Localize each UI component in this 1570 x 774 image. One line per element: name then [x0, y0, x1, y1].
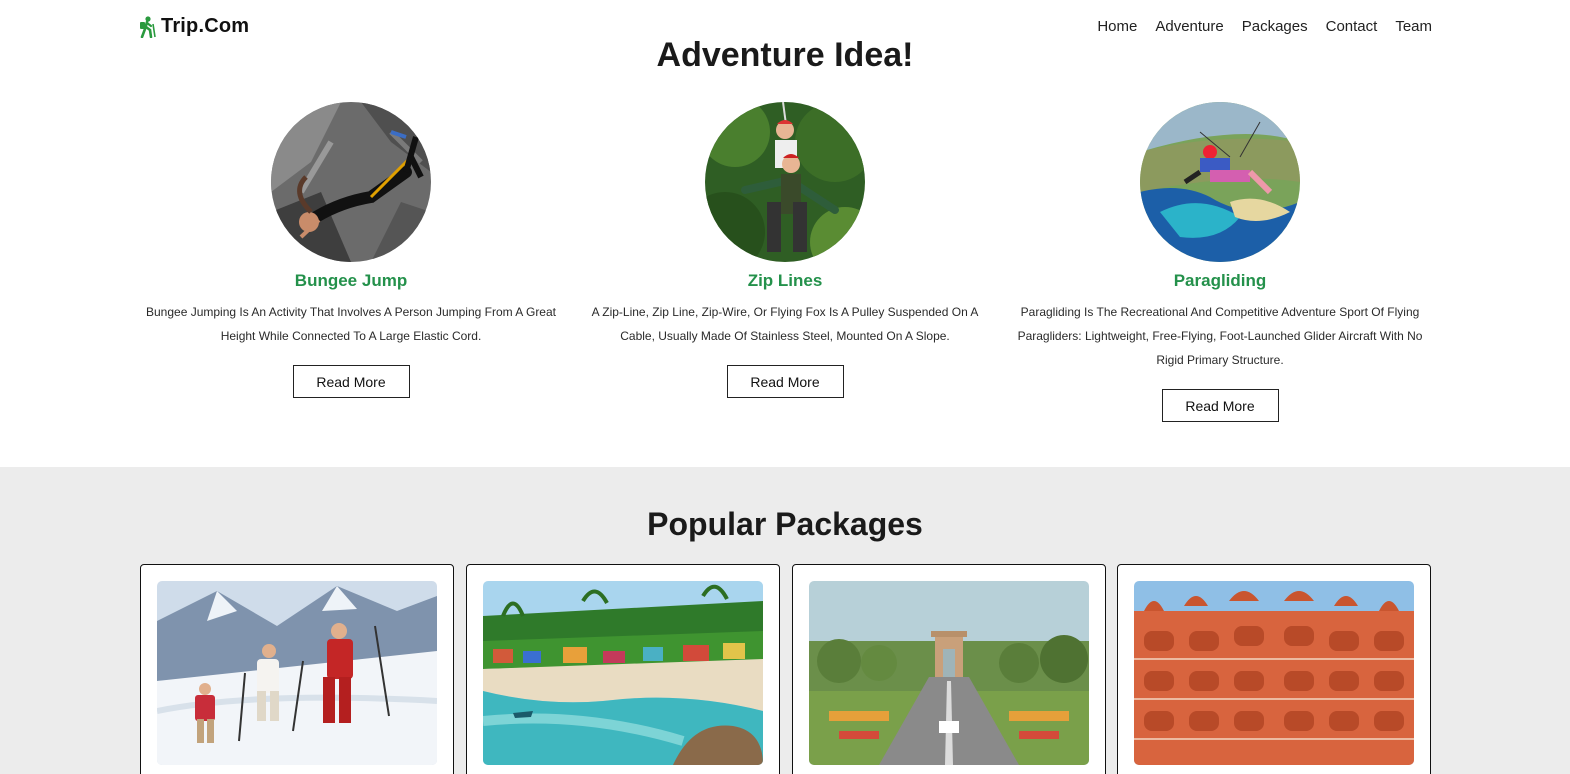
- package-card-beach[interactable]: [466, 564, 780, 774]
- nav-link-adventure[interactable]: Adventure: [1155, 18, 1223, 35]
- nav-links: Home Adventure Packages Contact Team: [1097, 18, 1432, 35]
- adventure-card-bungee: Bungee Jump Bungee Jumping Is An Activit…: [131, 102, 571, 398]
- package-card-snow[interactable]: [140, 564, 454, 774]
- hiker-icon: [139, 15, 157, 38]
- package-image-delhi: [809, 581, 1089, 765]
- adventure-card-name: Paragliding: [1173, 271, 1267, 290]
- page: Adventure Idea! Bungee Jump Bungee Jumpi…: [0, 0, 1570, 774]
- package-image-beach: [483, 581, 763, 765]
- packages-title: Popular Packages: [647, 506, 923, 542]
- nav-link-packages[interactable]: Packages: [1242, 18, 1308, 35]
- adventure-card-description: Paragliding Is The Recreational And Comp…: [1017, 305, 1423, 367]
- read-more-button-bungee[interactable]: Read More: [292, 365, 410, 398]
- adventure-section: Adventure Idea! Bungee Jump Bungee Jumpi…: [0, 0, 1570, 467]
- navbar: Trip.Com Home Adventure Packages Contact…: [0, 0, 1570, 54]
- nav-link-contact[interactable]: Contact: [1326, 18, 1378, 35]
- adventure-card-zipline: Zip Lines A Zip-Line, Zip Line, Zip-Wire…: [565, 102, 1005, 398]
- read-more-button-paragliding[interactable]: Read More: [1161, 389, 1279, 422]
- nav-link-team[interactable]: Team: [1395, 18, 1432, 35]
- package-card-jaipur[interactable]: [1117, 564, 1431, 774]
- packages-section: Popular Packages: [0, 467, 1570, 774]
- adventure-card-paragliding: Paragliding Paragliding Is The Recreatio…: [1000, 102, 1440, 422]
- package-image-snow: [157, 581, 437, 765]
- brand-logo[interactable]: Trip.Com: [139, 15, 249, 38]
- adventure-card-name: Bungee Jump: [294, 271, 408, 290]
- paragliding-image: [1140, 102, 1300, 262]
- zipline-image: [705, 102, 865, 262]
- brand-name: Trip.Com: [161, 15, 250, 37]
- nav-link-home[interactable]: Home: [1097, 18, 1137, 35]
- adventure-card-description: Bungee Jumping Is An Activity That Invol…: [146, 305, 556, 343]
- package-image-jaipur: [1134, 581, 1414, 765]
- adventure-card-description: A Zip-Line, Zip Line, Zip-Wire, Or Flyin…: [591, 305, 979, 343]
- adventure-card-name: Zip Lines: [747, 271, 823, 290]
- package-card-delhi[interactable]: [792, 564, 1106, 774]
- read-more-button-zipline[interactable]: Read More: [726, 365, 844, 398]
- bungee-image: [271, 102, 431, 262]
